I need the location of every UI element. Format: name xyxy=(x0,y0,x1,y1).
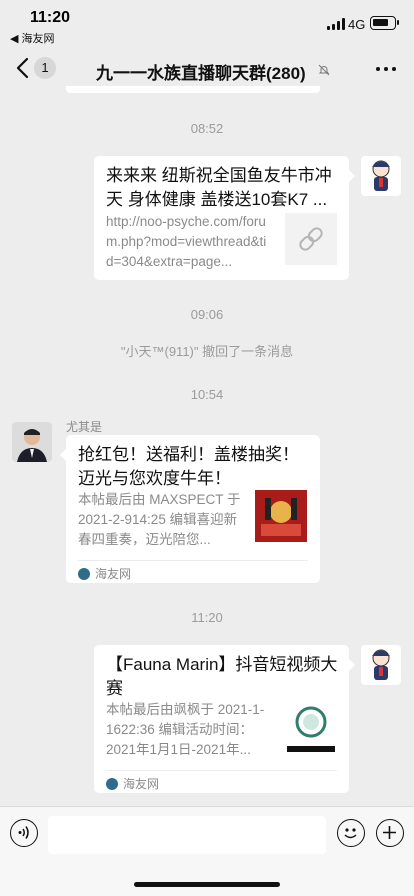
divider xyxy=(78,560,308,561)
smile-face-icon xyxy=(344,828,357,839)
bubble-tail xyxy=(349,659,355,671)
link-card-message[interactable]: 抢红包！送福利！盖楼抽奖！迈光与您欢度牛年！ 本帖最后由 MAXSPECT 于 … xyxy=(60,435,320,583)
promo-image-icon xyxy=(255,490,307,542)
cartoon-avatar-icon xyxy=(372,649,390,680)
source-logo-icon xyxy=(106,777,118,790)
sender-name: 尤其是 xyxy=(66,420,103,434)
source-name: 海友网 xyxy=(95,567,132,581)
plus-icon[interactable] xyxy=(376,819,404,847)
voice-waves-icon xyxy=(18,826,29,839)
message-input[interactable] xyxy=(48,816,326,854)
status-time: 11:20 xyxy=(30,9,71,26)
timestamp: 09:06 xyxy=(190,307,224,322)
link-source: 海友网 xyxy=(106,775,159,792)
link-card-message[interactable]: 【Fauna Marin】抖音短视频大赛 本帖最后由飒枫于 2021-1-162… xyxy=(94,645,355,793)
chat-title: 九一一水族直播聊天群(280) xyxy=(96,64,306,83)
voice-icon[interactable] xyxy=(10,819,38,847)
cartoon-avatar-icon xyxy=(372,160,390,191)
network-type: 4G xyxy=(348,17,366,32)
link-card-title: 【Fauna Marin】抖音短视频大赛 xyxy=(106,655,338,698)
link-source: 海友网 xyxy=(78,565,131,582)
link-card-description: http://noo-psyche.com/forum.php?mod=view… xyxy=(106,214,267,269)
bubble-tail xyxy=(60,449,66,461)
timestamp: 08:52 xyxy=(190,121,224,136)
more-dots-icon[interactable] xyxy=(376,67,396,71)
person-photo-icon xyxy=(12,422,52,462)
link-card-title: 来来来 纽斯祝全国鱼友牛市冲天 身体健康 盖楼送10套K7 ... xyxy=(106,166,332,209)
link-thumbnail xyxy=(255,490,307,542)
source-name: 海友网 xyxy=(123,777,160,791)
link-thumbnail xyxy=(285,700,337,752)
timestamp: 10:54 xyxy=(190,387,224,402)
link-icon xyxy=(299,227,323,251)
chevron-left-icon[interactable] xyxy=(12,56,36,80)
unread-count-badge[interactable]: 1 xyxy=(34,57,56,79)
source-logo-icon xyxy=(78,567,90,580)
timestamp: 11:20 xyxy=(191,610,223,625)
my-avatar[interactable] xyxy=(361,645,401,685)
mute-bell-icon xyxy=(318,64,330,76)
emoji-icon[interactable] xyxy=(337,819,365,847)
link-card-title: 抢红包！送福利！盖楼抽奖！迈光与您欢度牛年！ xyxy=(78,445,299,488)
battery-fill xyxy=(373,19,388,26)
signal-icon xyxy=(327,18,345,30)
previous-message-edge xyxy=(66,86,320,93)
divider xyxy=(106,770,337,771)
link-thumbnail xyxy=(285,213,337,265)
home-indicator xyxy=(134,882,280,887)
link-card-description: 本帖最后由飒枫于 2021-1-1622:36 编辑活动时间：2021年1月1日… xyxy=(106,702,265,757)
back-to-app-link[interactable]: ◀ 海友网 xyxy=(10,30,55,46)
link-card-description: 本帖最后由 MAXSPECT 于 2021-2-914:25 编辑喜迎新春四重奏… xyxy=(78,492,241,547)
qr-logo-icon xyxy=(287,706,335,752)
recall-notice: "小天™(911)" 撤回了一条消息 xyxy=(120,344,294,359)
link-card-message[interactable]: 来来来 纽斯祝全国鱼友牛市冲天 身体健康 盖楼送10套K7 ... http:/… xyxy=(94,156,355,280)
sender-avatar[interactable] xyxy=(12,422,52,462)
status-bar: 11:20 ◀ 海友网 4G xyxy=(0,0,414,46)
plus-sign-icon xyxy=(383,826,396,839)
battery-icon xyxy=(370,16,399,30)
my-avatar[interactable] xyxy=(361,156,401,196)
bubble-tail xyxy=(349,170,355,182)
